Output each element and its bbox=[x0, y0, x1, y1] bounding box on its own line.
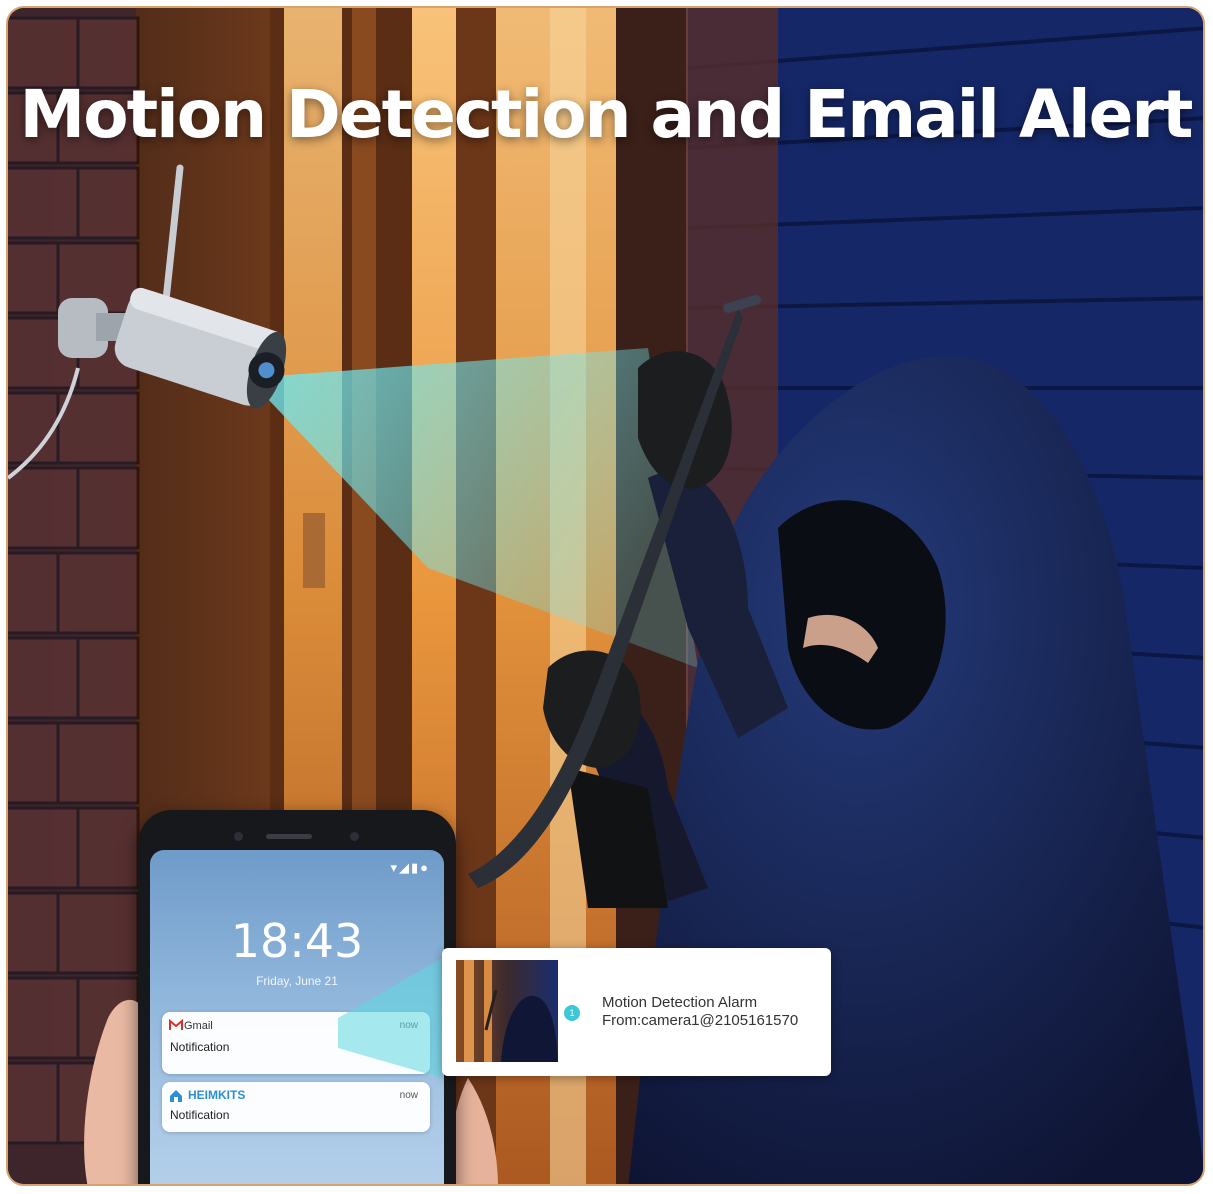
notification-text: Notification bbox=[170, 1040, 230, 1054]
product-image-frame: Motion Detection and Email Alert ▾◢▮● 18… bbox=[6, 6, 1205, 1186]
phone-sensor bbox=[350, 832, 359, 841]
headline: Motion Detection and Email Alert bbox=[19, 76, 1194, 153]
alert-sender: From:camera1@2105161570 bbox=[602, 1012, 799, 1029]
notification-app-name: Gmail bbox=[184, 1020, 213, 1032]
alert-snapshot-thumbnail bbox=[456, 960, 558, 1062]
notification-app-name: HEIMKITS bbox=[188, 1088, 246, 1102]
alert-title: Motion Detection Alarm bbox=[602, 994, 758, 1011]
alert-count-badge: 1 bbox=[564, 1005, 580, 1021]
gmail-icon bbox=[169, 1019, 183, 1030]
notification-text: Notification bbox=[170, 1108, 230, 1122]
notification-heimkits[interactable]: HEIMKITS now Notification bbox=[162, 1082, 430, 1132]
phone-speaker bbox=[266, 834, 312, 839]
phone-status-icons: ▾◢▮● bbox=[390, 860, 430, 875]
notification-time: now bbox=[399, 1090, 418, 1101]
alert-connector bbox=[338, 958, 442, 1078]
heimkits-icon bbox=[170, 1090, 182, 1102]
phone-front-camera bbox=[234, 832, 243, 841]
motion-alert-card[interactable]: 1 Motion Detection Alarm From:camera1@21… bbox=[442, 948, 831, 1076]
